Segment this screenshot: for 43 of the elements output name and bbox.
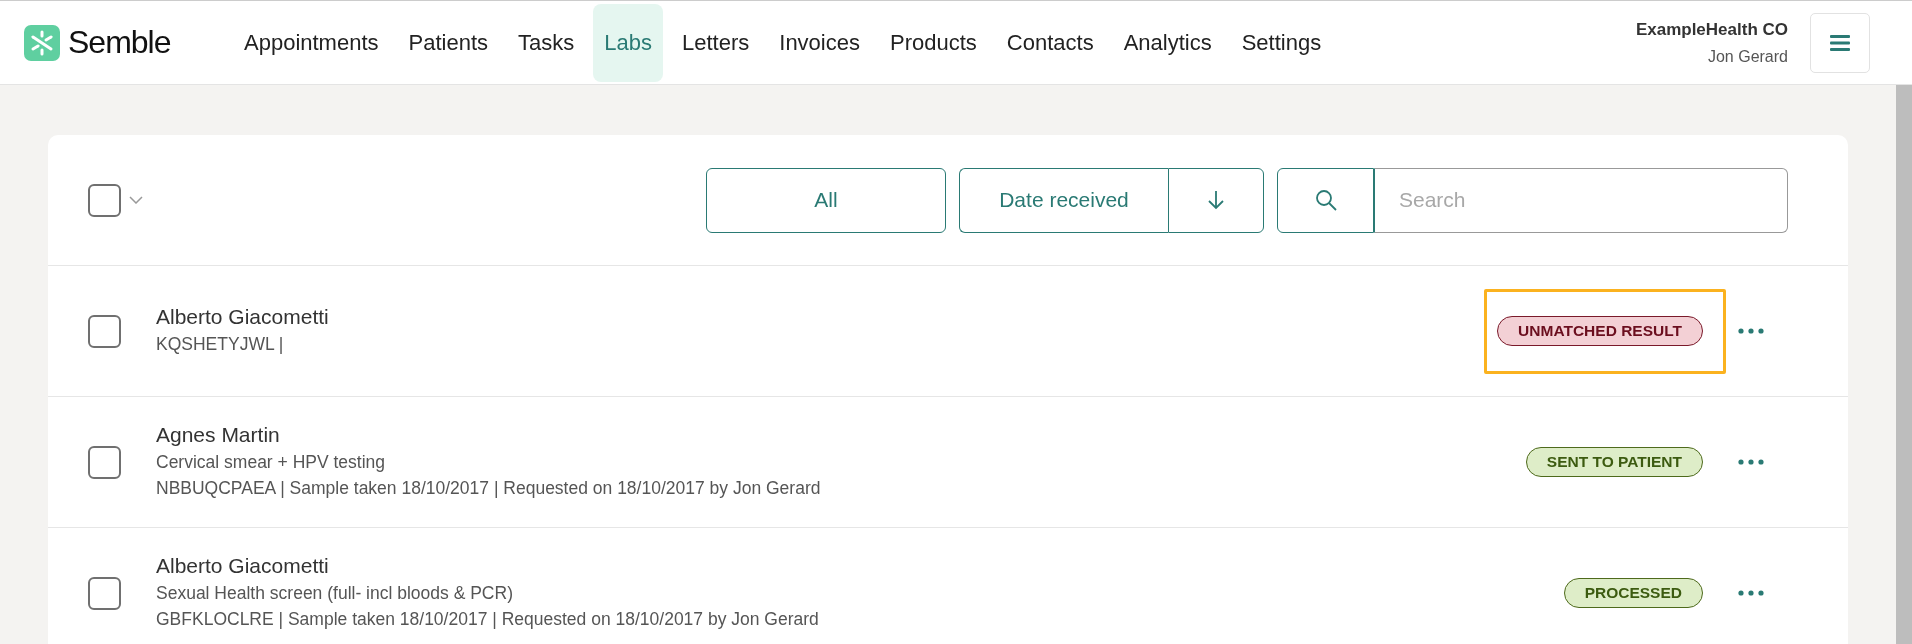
status-badge: PROCESSED [1563, 578, 1703, 608]
nav-tab[interactable]: Analytics [1112, 3, 1223, 82]
select-all-checkbox[interactable] [88, 183, 121, 217]
scrollbar[interactable] [1896, 85, 1912, 644]
brand-name: Semble [68, 24, 171, 61]
search-icon [1314, 189, 1337, 211]
search-field[interactable]: Search [1374, 167, 1788, 233]
menu-icon [1830, 33, 1850, 52]
user-name: Jon Gerard [1707, 47, 1788, 66]
nav-tab[interactable]: Labs [593, 3, 663, 82]
row-checkbox[interactable] [88, 314, 121, 348]
row-checkbox[interactable] [88, 445, 121, 479]
nav-tab[interactable]: Letters [671, 3, 761, 82]
more-icon[interactable] [1738, 328, 1764, 334]
sort-direction-button[interactable] [1168, 167, 1264, 233]
search-button[interactable] [1277, 167, 1374, 233]
status-badge: SENT TO PATIENT [1525, 447, 1703, 477]
logo-icon [24, 24, 60, 61]
more-icon[interactable] [1738, 459, 1764, 465]
patient-name[interactable]: Alberto Giacometti [156, 305, 1484, 329]
nav-tab[interactable]: Appointments [233, 3, 390, 82]
patient-name[interactable]: Alberto Giacometti [156, 554, 1484, 578]
nav-tab[interactable]: Invoices [768, 3, 871, 82]
menu-button[interactable] [1810, 12, 1870, 73]
result-detail: Sexual Health screen (full- incl bloods & PCR) [156, 582, 514, 605]
sort-button[interactable]: Date received [959, 167, 1168, 233]
nav-tab[interactable]: Products [879, 3, 988, 82]
row-checkbox[interactable] [88, 576, 121, 610]
nav-tab[interactable]: Settings [1230, 3, 1333, 82]
result-detail: GBFKLOCLRE | Sample taken 18/10/2017 | Requested on 18/10/2017 by Jon Gerard [156, 608, 820, 631]
nav-tab[interactable]: Tasks [507, 3, 586, 82]
arrow-down-icon [1207, 190, 1225, 210]
filter-button[interactable]: All [706, 167, 946, 233]
more-icon[interactable] [1738, 590, 1764, 596]
status-badge: UNMATCHED RESULT [1497, 316, 1703, 346]
result-detail: NBBUQCPAEA | Sample taken 18/10/2017 | Requested on 18/10/2017 by Jon Gerard [156, 477, 822, 500]
chevron-down-icon[interactable] [129, 196, 143, 204]
result-detail: KQSHETYJWL | [156, 333, 285, 356]
nav-tab[interactable]: Patients [397, 3, 500, 82]
result-detail: Cervical smear + HPV testing [156, 451, 387, 474]
organisation-name: ExampleHealth CO [1635, 19, 1788, 40]
patient-name[interactable]: Agnes Martin [156, 423, 1484, 447]
nav-tab[interactable]: Contacts [995, 3, 1105, 82]
